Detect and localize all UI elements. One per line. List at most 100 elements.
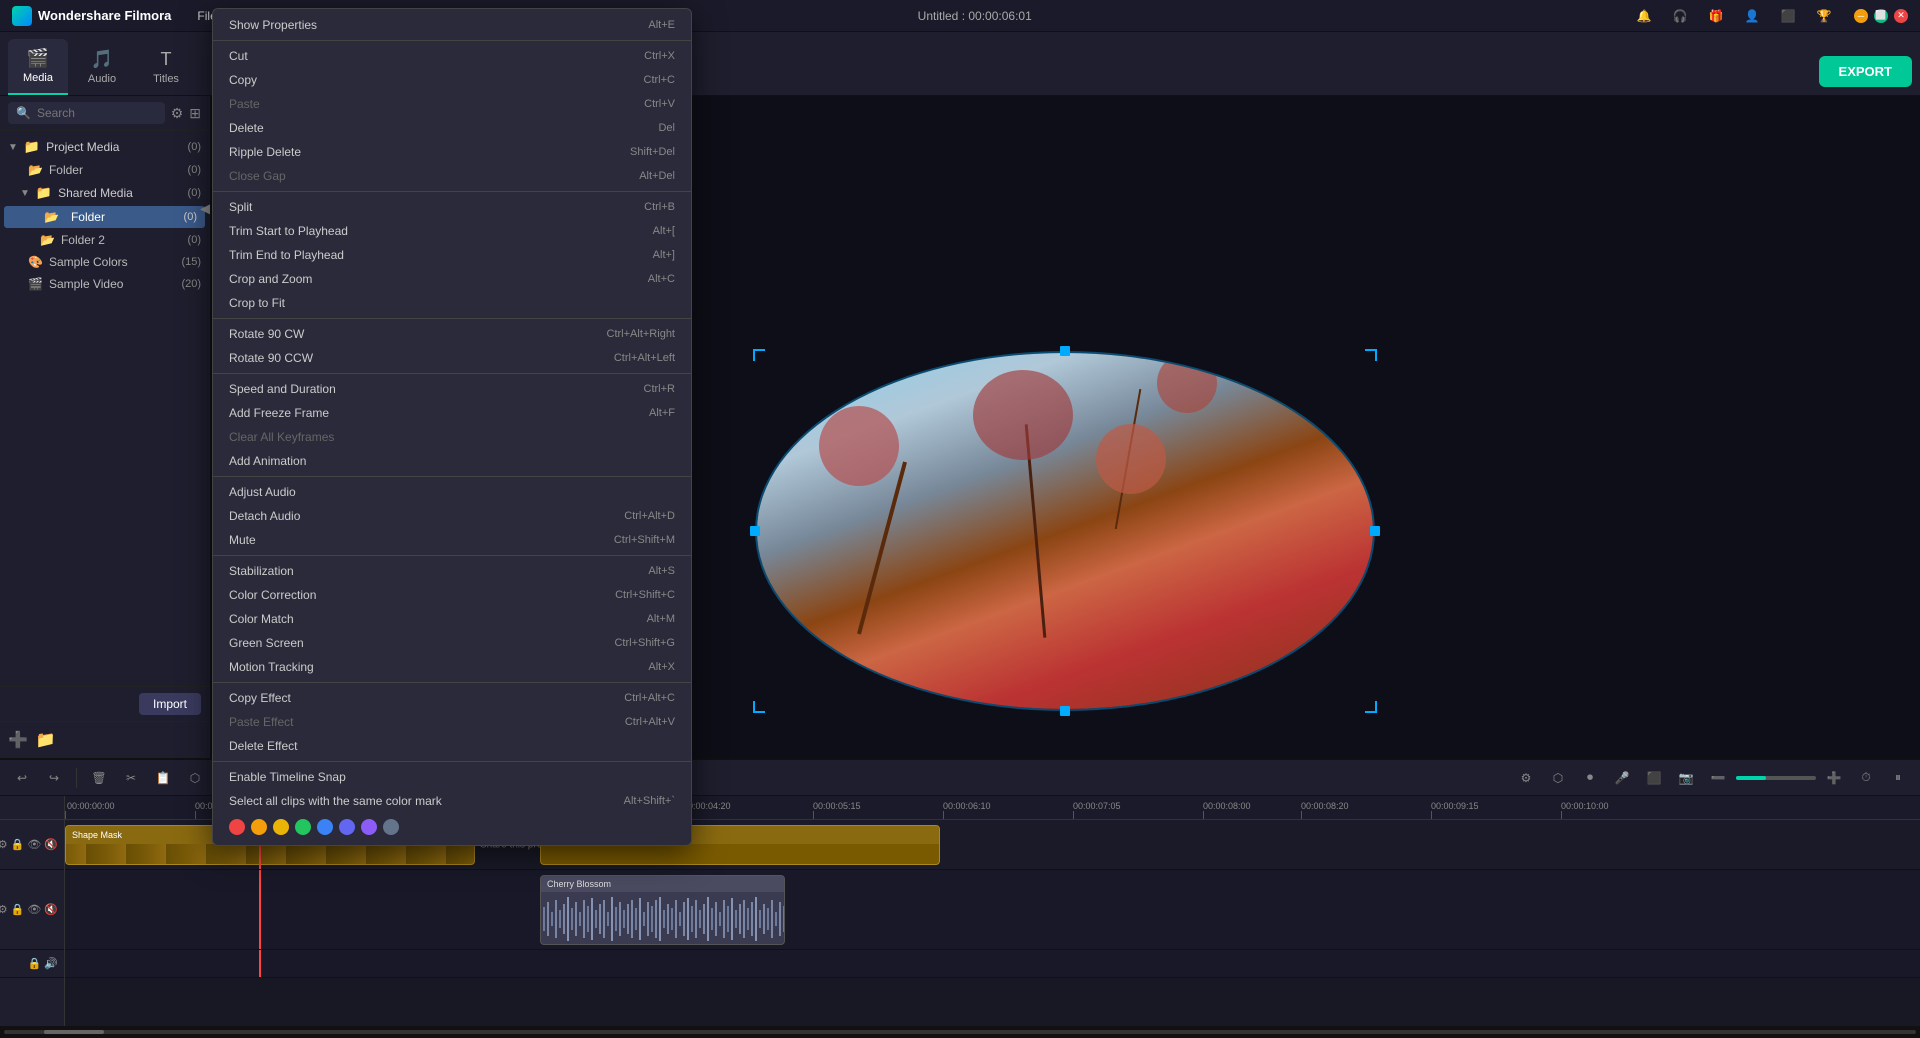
ctx-speed-duration[interactable]: Speed and Duration Ctrl+R [213, 377, 691, 401]
color-dot-red[interactable] [229, 819, 245, 835]
timeline-scrollbar[interactable] [0, 1026, 1920, 1038]
filter-icon[interactable]: ⚙ [171, 105, 184, 122]
handle-right[interactable] [1370, 526, 1380, 536]
ctx-enable-snap[interactable]: Enable Timeline Snap [213, 765, 691, 789]
settings-tl-button[interactable]: ⚙ [1512, 764, 1540, 792]
track-mute-icon2[interactable]: 🔇 [44, 903, 58, 916]
ctx-add-animation[interactable]: Add Animation [213, 449, 691, 473]
track-effects-icon[interactable]: ⚙ [0, 838, 8, 851]
ctx-show-properties[interactable]: Show Properties Alt+E [213, 13, 691, 37]
ctx-copy-effect[interactable]: Copy Effect Ctrl+Alt+C [213, 686, 691, 710]
grid-icon[interactable]: ⊞ [189, 105, 201, 122]
ctx-crop-fit[interactable]: Crop to Fit [213, 291, 691, 315]
headset-icon[interactable]: 🎧 [1666, 2, 1694, 30]
track-mute-icon[interactable]: 🔇 [44, 838, 58, 851]
handle-bottom-left[interactable] [753, 701, 765, 713]
tab-titles[interactable]: T Titles [136, 39, 196, 95]
ctx-rotate-cw[interactable]: Rotate 90 CW Ctrl+Alt+Right [213, 322, 691, 346]
ctx-color-match[interactable]: Color Match Alt+M [213, 607, 691, 631]
import-button[interactable]: Import [139, 693, 201, 715]
track-volume-icon[interactable]: 🔊 [44, 957, 58, 970]
copy-tl-button[interactable]: 📋 [149, 764, 177, 792]
color-dot-orange[interactable] [251, 819, 267, 835]
gift-icon[interactable]: 🎁 [1702, 2, 1730, 30]
clock-tl-button[interactable]: ⏱ [1852, 764, 1880, 792]
handle-top-right[interactable] [1365, 349, 1377, 361]
ctx-delete[interactable]: Delete Del [213, 116, 691, 140]
tree-sample-video[interactable]: 🎬 Sample Video (20) [0, 273, 209, 295]
color-dot-green[interactable] [295, 819, 311, 835]
ctx-color-correction[interactable]: Color Correction Ctrl+Shift+C [213, 583, 691, 607]
color-dot-indigo[interactable] [339, 819, 355, 835]
ctx-motion-tracking[interactable]: Motion Tracking Alt+X [213, 655, 691, 679]
ctx-freeze-frame[interactable]: Add Freeze Frame Alt+F [213, 401, 691, 425]
trophy-icon[interactable]: 🏆 [1810, 2, 1838, 30]
template-icon[interactable]: ⬛ [1774, 2, 1802, 30]
handle-bottom[interactable] [1060, 706, 1070, 716]
ctx-rotate-ccw[interactable]: Rotate 90 CCW Ctrl+Alt+Left [213, 346, 691, 370]
tree-folder[interactable]: 📂 Folder (0) [0, 159, 209, 181]
ctx-adjust-audio[interactable]: Adjust Audio [213, 480, 691, 504]
ctx-delete-effect[interactable]: Delete Effect [213, 734, 691, 758]
cherry-clip-audio[interactable]: Cherry Blossom [540, 875, 785, 945]
zoom-in-tl-button[interactable]: ➕ [1820, 764, 1848, 792]
ctx-trim-start[interactable]: Trim Start to Playhead Alt+[ [213, 219, 691, 243]
ctx-green-screen[interactable]: Green Screen Ctrl+Shift+G [213, 631, 691, 655]
marker-tl-button[interactable]: ⬛ [1640, 764, 1668, 792]
tab-audio[interactable]: 🎵 Audio [72, 39, 132, 95]
handle-top[interactable] [1060, 346, 1070, 356]
scrollbar-track[interactable] [4, 1030, 1916, 1034]
minimize-button[interactable]: ─ [1854, 9, 1868, 23]
delete-tl-button[interactable]: 🗑 [85, 764, 113, 792]
tree-folder-selected[interactable]: 📂 Folder (0) [4, 206, 205, 228]
redo-button[interactable]: ↪ [40, 764, 68, 792]
scrollbar-thumb[interactable] [44, 1030, 104, 1034]
color-dot-yellow[interactable] [273, 819, 289, 835]
close-button[interactable]: ✕ [1894, 9, 1908, 23]
add-folder-button[interactable]: ➕ [8, 730, 28, 750]
track-lock-icon2[interactable]: 🔒 [11, 903, 25, 916]
ctx-split[interactable]: Split Ctrl+B [213, 195, 691, 219]
color-dot-purple[interactable] [361, 819, 377, 835]
ctx-ripple-delete[interactable]: Ripple Delete Shift+Del [213, 140, 691, 164]
snapshot-tl-button[interactable]: 📷 [1672, 764, 1700, 792]
ctx-cut[interactable]: Cut Ctrl+X [213, 44, 691, 68]
handle-top-left[interactable] [753, 349, 765, 361]
track-eye-icon[interactable]: 👁 [27, 838, 41, 851]
record-tl-button[interactable]: ⏺ [1576, 764, 1604, 792]
zoom-slider[interactable] [1736, 776, 1816, 780]
ctx-copy[interactable]: Copy Ctrl+C [213, 68, 691, 92]
ctx-mute[interactable]: Mute Ctrl+Shift+M [213, 528, 691, 552]
tab-media[interactable]: 🎬 Media [8, 39, 68, 95]
split-tl-button[interactable]: ⬡ [1544, 764, 1572, 792]
pause-tl-button[interactable]: ⏸ [1884, 764, 1912, 792]
tree-sample-colors[interactable]: 🎨 Sample Colors (15) [0, 251, 209, 273]
track-lock-icon3[interactable]: 🔒 [28, 957, 42, 970]
crop-tl-button[interactable]: ⬡ [181, 764, 209, 792]
maximize-button[interactable]: ⬜ [1874, 9, 1888, 23]
color-dot-blue[interactable] [317, 819, 333, 835]
tree-shared-media[interactable]: ▼ 📁 Shared Media (0) [0, 181, 209, 205]
track-eye-icon2[interactable]: 👁 [27, 903, 41, 916]
color-dot-gray[interactable] [383, 819, 399, 835]
voice-tl-button[interactable]: 🎤 [1608, 764, 1636, 792]
handle-bottom-right[interactable] [1365, 701, 1377, 713]
ctx-detach-audio[interactable]: Detach Audio Ctrl+Alt+D [213, 504, 691, 528]
export-button[interactable]: EXPORT [1819, 56, 1912, 87]
tree-project-media[interactable]: ▼ 📁 Project Media (0) [0, 135, 209, 159]
ctx-trim-end[interactable]: Trim End to Playhead Alt+] [213, 243, 691, 267]
track-effects-icon2[interactable]: ⚙ [0, 903, 8, 916]
undo-button[interactable]: ↩ [8, 764, 36, 792]
zoom-out-tl-button[interactable]: ➖ [1704, 764, 1732, 792]
tree-folder-2[interactable]: 📂 Folder 2 (0) [0, 229, 209, 251]
track-lock-icon[interactable]: 🔒 [11, 838, 25, 851]
person-icon[interactable]: 👤 [1738, 2, 1766, 30]
cut-tl-button[interactable]: ✂ [117, 764, 145, 792]
handle-left[interactable] [750, 526, 760, 536]
ctx-stabilization[interactable]: Stabilization Alt+S [213, 559, 691, 583]
bell-icon[interactable]: 🔔 [1630, 2, 1658, 30]
ctx-select-same-color[interactable]: Select all clips with the same color mar… [213, 789, 691, 813]
add-file-button[interactable]: 📁 [36, 730, 56, 750]
search-input[interactable] [37, 106, 117, 120]
ctx-crop-zoom[interactable]: Crop and Zoom Alt+C [213, 267, 691, 291]
